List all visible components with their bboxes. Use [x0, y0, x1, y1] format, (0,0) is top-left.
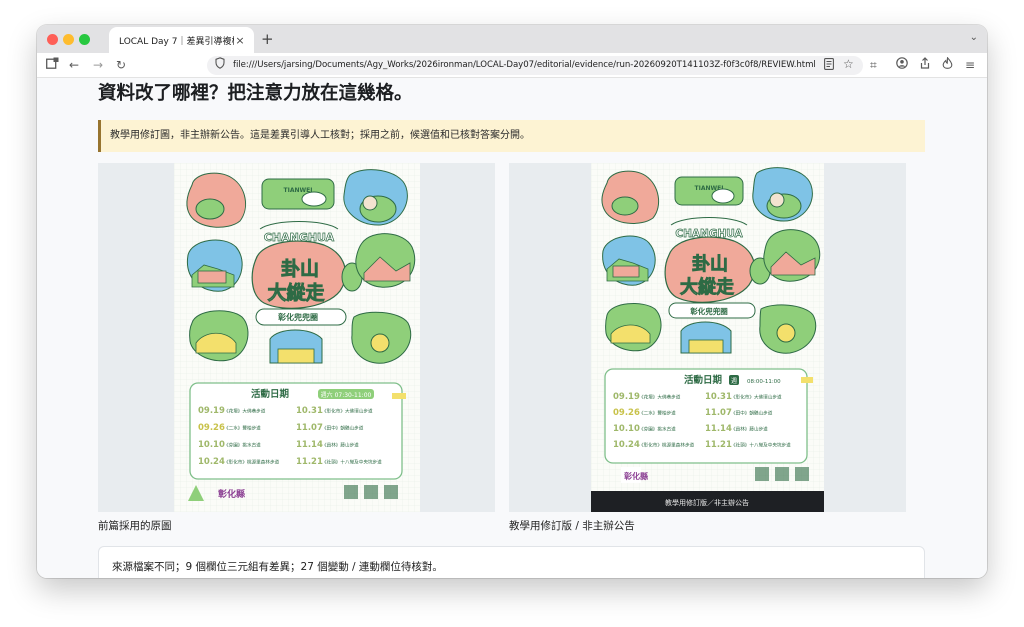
revised-schedule-date: 09.26: [613, 408, 640, 418]
account-icon[interactable]: [896, 57, 908, 73]
sidebar-icon[interactable]: [46, 57, 59, 73]
revised-schedule-route: 《二水》豐柏步道: [639, 410, 676, 417]
bookmark-star-icon[interactable]: ☆: [843, 57, 854, 71]
window-close-button[interactable]: [47, 34, 58, 45]
url-text[interactable]: file:///Users/jarsing/Documents/Agy_Work…: [233, 60, 816, 70]
browser-toolbar: ← → ↻ file:///Users/jarsing/Documents/Ag…: [37, 53, 987, 78]
menu-icon[interactable]: ≡: [965, 57, 975, 73]
notice-banner: 教學用修訂圖，非主辦新公告。這是差異引導人工核對；採用之前，候選值和已核對答案分…: [98, 120, 925, 152]
revised-poster-image: TIANWEI CHANGHUA 卦山 大縱走 彰化兜兜圈 活動日期 週 08:…: [591, 163, 824, 512]
original-poster-image: TIANWEI CHANGHUA 卦山 大縱走 彰化兜兜圈 活動日期 週六 07…: [174, 163, 420, 512]
original-image-caption: 前篇採用的原圖: [98, 520, 172, 532]
revised-schedule-route: 《彰化市》桃源里森林步道: [639, 442, 695, 449]
revised-image-caption: 教學用修訂版 / 非主辦公告: [509, 520, 635, 532]
revised-schedule-date: 11.21: [705, 440, 732, 450]
page-content: 資料改了哪裡？把注意力放在這幾格。 教學用修訂圖，非主辦新公告。這是差異引導人工…: [37, 78, 987, 578]
original-schedule-route: 《彰化市》桃源里森林步道: [224, 459, 280, 466]
tab-title: LOCAL Day 7｜差異引導複核: [119, 36, 234, 47]
revised-schedule-route: 《花壇》大佛巷步道: [639, 394, 681, 401]
extension-icon[interactable]: [942, 56, 953, 73]
browser-window: LOCAL Day 7｜差異引導複核 × + ⌄ ← → ↻ file:///U…: [37, 25, 987, 578]
revised-schedule-date: 11.07: [705, 408, 732, 418]
crop-icon[interactable]: ⌗: [870, 57, 877, 73]
revised-schedule-route: 《員林》藤山步道: [731, 426, 768, 433]
diff-summary-card: 來源檔案不同；9 個欄位三元組有差異；27 個變動 / 連動欄位待核對。: [98, 546, 925, 578]
original-schedule-route: 《二水》豐柏步道: [224, 425, 261, 432]
revised-schedule-route: 《田中》朝鶴山步道: [731, 410, 773, 417]
window-maximize-button[interactable]: [79, 34, 90, 45]
revised-schedule-date: 10.24: [613, 440, 640, 450]
shield-icon[interactable]: [215, 57, 225, 72]
revised-schedule-date: 10.31: [705, 392, 732, 402]
forward-arrow-icon[interactable]: →: [93, 57, 103, 73]
revised-schedule-date: 09.19: [613, 392, 640, 402]
reload-icon[interactable]: ↻: [116, 57, 126, 73]
revised-image-panel: TIANWEI CHANGHUA 卦山 大縱走 彰化兜兜圈 活動日期 週 08:…: [509, 163, 906, 512]
original-schedule-date: 11.07: [296, 423, 323, 433]
poster-time-badge: 週六 07:30-11:00: [321, 391, 372, 399]
original-schedule-date: 10.10: [198, 440, 225, 450]
poster-time-text-revised: 08:00-11:00: [747, 379, 781, 385]
poster-time-badge-revised: 週: [731, 377, 737, 385]
poster-title-line1-revised: 卦山: [692, 253, 728, 275]
poster-schedule-heading: 活動日期: [251, 388, 289, 400]
poster-logo-text-revised: 彰化縣: [624, 471, 648, 481]
original-schedule-route: 《員林》藤山步道: [322, 442, 359, 449]
poster-title-line2-revised: 大縱走: [680, 276, 734, 298]
original-schedule-route: 《田中》朝鶴山步道: [322, 425, 364, 432]
revised-schedule-date: 11.14: [705, 424, 732, 434]
original-schedule-date: 09.19: [198, 406, 225, 416]
reader-mode-icon[interactable]: [824, 58, 834, 73]
diff-summary-text: 來源檔案不同；9 個欄位三元組有差異；27 個變動 / 連動欄位待核對。: [112, 561, 443, 573]
original-image-panel: TIANWEI CHANGHUA 卦山 大縱走 彰化兜兜圈 活動日期 週六 07…: [98, 163, 495, 512]
poster-title-line1: 卦山: [281, 257, 319, 280]
original-schedule-route: 《社頭》十八彎及中央坑步道: [322, 459, 382, 466]
address-bar[interactable]: file:///Users/jarsing/Documents/Agy_Work…: [207, 56, 863, 75]
original-schedule-date: 10.24: [198, 457, 225, 467]
page-title: 資料改了哪裡？把注意力放在這幾格。: [98, 83, 413, 104]
revised-schedule-date: 10.10: [613, 424, 640, 434]
original-schedule-date: 09.26: [198, 423, 225, 433]
share-icon[interactable]: [919, 57, 931, 73]
new-tab-button[interactable]: +: [261, 30, 274, 48]
browser-tab[interactable]: LOCAL Day 7｜差異引導複核 ×: [109, 27, 254, 53]
back-arrow-icon[interactable]: ←: [69, 57, 79, 73]
window-minimize-button[interactable]: [63, 34, 74, 45]
poster-schedule-heading-revised: 活動日期: [684, 374, 722, 386]
tab-close-icon[interactable]: ×: [234, 34, 246, 47]
tab-list-chevron-icon[interactable]: ⌄: [970, 32, 978, 43]
original-schedule-date: 10.31: [296, 406, 323, 416]
original-schedule-date: 11.14: [296, 440, 323, 450]
tab-bar: LOCAL Day 7｜差異引導複核 × + ⌄: [37, 25, 987, 53]
original-schedule-route: 《芬園》挑水古道: [224, 442, 261, 449]
original-schedule-route: 《彰化市》大佛環山步道: [322, 408, 373, 415]
original-schedule-route: 《花壇》大佛巷步道: [224, 408, 266, 415]
poster-title-line2: 大縱走: [267, 281, 324, 304]
revised-schedule-route: 《社頭》十八彎及中央坑步道: [731, 442, 791, 449]
poster-logo-text: 彰化縣: [218, 488, 245, 500]
revised-footer-banner: 教學用修訂版／非主辦公告: [665, 498, 749, 507]
poster-subtitle-revised: 彰化兜兜圈: [690, 306, 728, 316]
poster-subtitle: 彰化兜兜圈: [278, 312, 318, 322]
original-schedule-date: 11.21: [296, 457, 323, 467]
revised-schedule-route: 《彰化市》大佛環山步道: [731, 394, 782, 401]
revised-schedule-route: 《芬園》挑水古道: [639, 426, 676, 433]
